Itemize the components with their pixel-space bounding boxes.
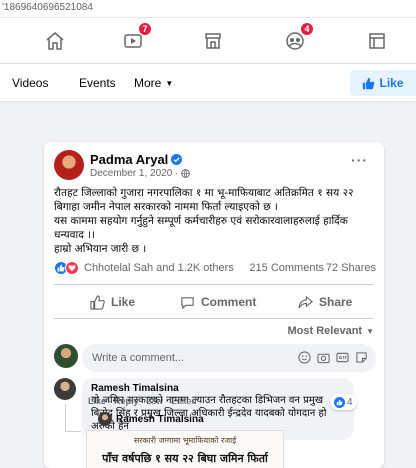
- love-reaction-icon: [65, 261, 79, 275]
- url-bar[interactable]: '1869640696521084: [0, 0, 416, 18]
- gif-icon[interactable]: [336, 351, 349, 364]
- marketplace-icon: [205, 33, 221, 49]
- caret-down-icon: ▼: [366, 326, 374, 336]
- emoji-icon[interactable]: [298, 351, 311, 364]
- reply-image-headline: पाँच वर्षपछि १ सय २२ बिघा जमिन फिर्ता: [102, 452, 268, 465]
- comment-label: Comment: [201, 295, 257, 309]
- camera-icon[interactable]: [317, 351, 330, 364]
- post-author[interactable]: Padma Aryal: [90, 152, 183, 167]
- shares-count[interactable]: 72 Shares: [326, 262, 376, 274]
- nav-marketplace[interactable]: [200, 28, 226, 54]
- divider: [54, 284, 374, 285]
- share-button[interactable]: Share: [298, 290, 352, 314]
- comment-meta: Like · Reply · 28w · Edited: [88, 396, 197, 406]
- commenter-avatar[interactable]: [54, 378, 76, 400]
- groups-badge: 4: [300, 22, 314, 36]
- comments-count[interactable]: 215 Comments: [249, 262, 324, 274]
- post-body: रौतहट जिल्लाको गुजारा नगरपालिका १ मा भू-…: [54, 186, 378, 256]
- video-badge: 7: [138, 22, 152, 36]
- url-text: '1869640696521084: [2, 2, 93, 13]
- comment-like-link[interactable]: Like: [88, 396, 106, 406]
- tab-videos[interactable]: Videos: [12, 76, 48, 90]
- sticker-icon[interactable]: [355, 351, 368, 364]
- tab-more[interactable]: More ▼: [134, 76, 173, 90]
- author-avatar[interactable]: [54, 150, 84, 180]
- post-text-line: हाम्रो अभियान जारी छ ।: [54, 243, 147, 255]
- top-navigation: 7 4: [0, 18, 416, 64]
- nav-home[interactable]: [42, 28, 68, 54]
- like-button[interactable]: Like: [90, 290, 135, 314]
- comment-button[interactable]: Comment: [180, 290, 256, 314]
- nav-groups[interactable]: 4: [282, 22, 314, 54]
- like-reaction-icon: [334, 396, 345, 408]
- post-options-icon[interactable]: ···: [351, 152, 368, 168]
- sort-label: Most Relevant: [287, 325, 363, 337]
- post-text-line: यस काममा सहयोग गर्नुहुने सम्पूर्ण कर्मचा…: [54, 215, 348, 227]
- reply-image-caption: सरकारी जग्गामा भूमाफियाको रजाई: [133, 436, 237, 445]
- comment-reply-link[interactable]: Reply: [114, 396, 139, 406]
- home-icon: [46, 32, 64, 50]
- post-text-line: बिगाहा जमीन नेपाल सरकारको नाममा फिर्ता ल…: [54, 201, 278, 213]
- post-card: Padma Aryal December 1, 2020 · ··· रौतहट…: [44, 142, 384, 468]
- comment-sort-dropdown[interactable]: Most Relevant ▼: [288, 325, 375, 337]
- post-date-text: December 1, 2020 ·: [90, 168, 179, 179]
- like-page-label: Like: [379, 76, 404, 90]
- comment-icon: [181, 296, 194, 309]
- comment-input-icons: [298, 351, 368, 364]
- like-page-button[interactable]: Like: [350, 70, 416, 96]
- comment-input[interactable]: Write a comment...: [82, 344, 376, 372]
- thumbs-up-outline-icon: [90, 294, 105, 310]
- post-author-name: Padma Aryal: [90, 152, 169, 167]
- thread-line: [65, 431, 81, 432]
- page-tabs: Videos Events More ▼ Like: [0, 64, 416, 102]
- reply-avatar[interactable]: [98, 412, 112, 426]
- tab-events[interactable]: Events: [79, 76, 116, 90]
- caret-down-icon: ▼: [165, 78, 174, 88]
- comment-author[interactable]: Ramesh Timalsina: [91, 383, 345, 394]
- tab-more-label: More: [134, 76, 162, 90]
- reply-author[interactable]: Ramesh Timalsina: [116, 414, 204, 425]
- reply-image[interactable]: सरकारी जग्गामा भूमाफियाको रजाई पाँच वर्ष…: [86, 430, 284, 468]
- like-label: Like: [111, 295, 136, 309]
- pages-icon: [369, 33, 385, 49]
- post-text-line: रौतहट जिल्लाको गुजारा नगरपालिका १ मा भू-…: [54, 187, 354, 199]
- verified-icon: [171, 154, 183, 165]
- thread-line: [65, 404, 66, 432]
- comment-time[interactable]: 28w · Edited: [147, 396, 197, 406]
- nav-pages[interactable]: [364, 28, 390, 54]
- current-user-avatar[interactable]: [54, 344, 78, 368]
- reactions-text[interactable]: Chhotelal Sah and 1.2K others: [84, 262, 234, 274]
- share-label: Share: [319, 295, 353, 309]
- globe-icon: [181, 169, 191, 178]
- post-text-line: धन्यवाद ।।: [54, 229, 96, 241]
- comment-reaction-count[interactable]: 4: [330, 394, 357, 410]
- divider: [54, 318, 374, 319]
- post-timestamp[interactable]: December 1, 2020 ·: [90, 168, 191, 179]
- comment-reaction-number: 4: [347, 396, 353, 408]
- nav-video[interactable]: 7: [120, 22, 152, 54]
- share-icon: [298, 295, 313, 308]
- reactions-summary: Chhotelal Sah and 1.2K others 215 Commen…: [54, 260, 376, 278]
- comment-placeholder: Write a comment...: [92, 352, 185, 364]
- thumbs-up-icon: [363, 77, 375, 89]
